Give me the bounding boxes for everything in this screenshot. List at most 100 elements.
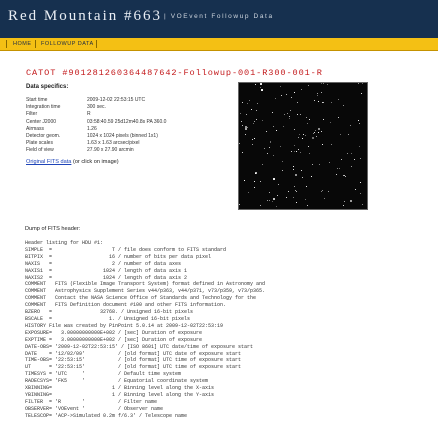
star-dot	[362, 83, 363, 84]
nav-followup-data-link[interactable]: FOLLOWUP DATA	[41, 41, 94, 47]
nav-divider	[96, 40, 97, 48]
star-dot	[340, 134, 341, 135]
nav-divider	[35, 40, 36, 48]
star-dot	[317, 93, 318, 94]
star-dot	[300, 114, 301, 115]
star-dot	[322, 190, 323, 191]
detail-key: Filter	[26, 111, 38, 118]
star-dot	[287, 113, 288, 114]
star-dot	[327, 84, 328, 85]
star-dot	[321, 131, 322, 132]
star-dot	[318, 101, 319, 102]
star-dot	[252, 139, 253, 140]
star-dot	[267, 200, 268, 201]
star-dot	[286, 94, 287, 95]
star-dot	[241, 121, 242, 122]
star-dot	[312, 137, 314, 139]
star-dot	[351, 153, 352, 154]
star-dot	[294, 129, 295, 130]
star-dot	[314, 100, 315, 101]
star-dot	[260, 205, 261, 206]
star-dot	[260, 181, 261, 182]
star-dot	[309, 153, 310, 154]
star-dot	[282, 170, 283, 171]
star-dot	[307, 123, 308, 124]
star-dot	[290, 110, 291, 111]
detail-value: 1.26	[87, 125, 97, 132]
star-dot	[277, 195, 278, 196]
star-dot	[316, 136, 317, 137]
star-dot	[242, 125, 243, 126]
star-dot	[331, 102, 332, 103]
star-dot	[253, 123, 254, 124]
star-dot	[323, 83, 324, 84]
star-dot	[344, 201, 345, 202]
star-dot	[280, 86, 281, 87]
star-dot	[296, 202, 297, 203]
nav-divider	[6, 40, 7, 48]
star-dot	[254, 121, 255, 122]
star-dot	[336, 174, 337, 175]
detail-key: Start time	[26, 97, 48, 103]
star-dot	[280, 146, 281, 147]
detail-value: 03:58:40.59 25d12m40.8s PA 360.0	[87, 118, 167, 125]
star-dot	[245, 126, 247, 128]
star-dot	[293, 197, 294, 198]
star-dot	[301, 170, 302, 171]
sky-image[interactable]	[238, 82, 368, 210]
star-dot	[309, 119, 310, 120]
star-dot	[242, 102, 243, 103]
star-dot	[339, 168, 340, 169]
star-dot	[322, 144, 323, 145]
star-dot	[324, 198, 325, 199]
star-dot	[321, 83, 322, 84]
details-heading: Data specifics:	[26, 84, 69, 90]
star-dot	[293, 166, 294, 167]
star-dot	[329, 162, 330, 163]
star-dot	[270, 142, 271, 143]
star-dot	[264, 148, 265, 149]
star-dot	[321, 92, 322, 93]
star-dot	[319, 164, 320, 165]
star-dot	[293, 169, 294, 170]
star-dot	[312, 164, 313, 165]
star-dot	[321, 191, 322, 192]
star-dot	[255, 172, 257, 174]
star-dot	[261, 89, 263, 91]
star-dot	[297, 102, 298, 103]
star-dot	[273, 198, 275, 200]
star-dot	[298, 137, 299, 138]
star-dot	[283, 126, 284, 127]
star-dot	[262, 164, 263, 165]
star-dot	[302, 177, 303, 178]
star-dot	[289, 118, 290, 119]
star-dot	[308, 85, 309, 86]
star-dot	[358, 120, 359, 121]
star-dot	[297, 114, 298, 115]
star-dot	[311, 176, 312, 177]
fits-data-link[interactable]: Original FITS data	[26, 159, 71, 165]
nav-home-link[interactable]: HOME	[13, 41, 32, 47]
star-dot	[330, 122, 331, 123]
star-dot	[362, 204, 363, 205]
star-dot	[294, 186, 295, 187]
star-dot	[278, 184, 279, 185]
star-dot	[242, 152, 243, 153]
star-dot	[318, 128, 320, 130]
star-dot	[344, 175, 345, 176]
star-dot	[269, 147, 270, 148]
site-title: Red Mountain #663	[8, 8, 162, 24]
star-dot	[328, 191, 329, 192]
star-dot	[350, 200, 352, 202]
star-dot	[323, 119, 324, 120]
star-dot	[276, 130, 277, 131]
detail-value: 27.90 x 27.90 arcmin	[87, 147, 134, 154]
star-dot	[299, 134, 300, 135]
detail-key: Field of view	[26, 147, 54, 154]
star-dot	[355, 189, 356, 190]
fits-note: (or click on image)	[72, 159, 119, 165]
star-dot	[262, 120, 263, 121]
detail-value: 1024 x 1024 pixels (binned 1x1)	[87, 133, 158, 139]
star-dot	[347, 153, 348, 154]
star-dot	[252, 144, 253, 145]
